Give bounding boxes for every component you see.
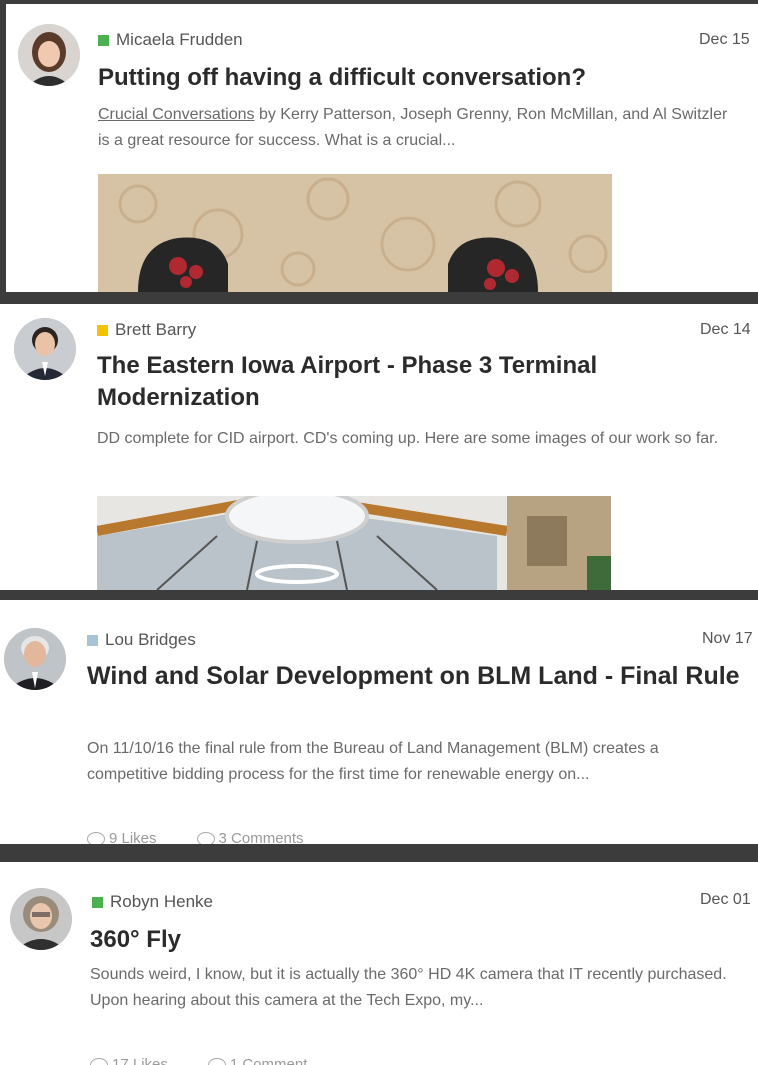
- like-count: 17 Likes: [112, 1056, 168, 1065]
- post-title[interactable]: 360° Fly: [90, 924, 710, 956]
- author-row: Brett Barry: [97, 320, 196, 340]
- author-row: Lou Bridges: [87, 630, 196, 650]
- post-title[interactable]: Putting off having a difficult conversat…: [98, 62, 738, 94]
- comment-count: 3 Comments: [218, 830, 304, 844]
- author-avatar[interactable]: [14, 318, 76, 380]
- post-title[interactable]: The Eastern Iowa Airport - Phase 3 Termi…: [97, 350, 707, 414]
- post-feed: Micaela Frudden Dec 15 Putting off havin…: [0, 0, 758, 1065]
- author-avatar[interactable]: [4, 628, 66, 690]
- author-name[interactable]: Micaela Frudden: [116, 30, 243, 50]
- post-image[interactable]: [98, 174, 612, 292]
- post-excerpt: Sounds weird, I know, but it is actually…: [90, 966, 727, 1009]
- comment-icon: [196, 832, 215, 844]
- post-date: Dec 14: [700, 321, 751, 338]
- comment-button[interactable]: 3 Comments: [196, 830, 304, 844]
- post-card[interactable]: Lou Bridges Nov 17 Wind and Solar Develo…: [0, 600, 758, 844]
- post-image[interactable]: [97, 496, 611, 590]
- status-dot: [97, 324, 108, 336]
- author-avatar[interactable]: [10, 888, 72, 950]
- post-card[interactable]: Micaela Frudden Dec 15 Putting off havin…: [6, 4, 758, 292]
- author-avatar[interactable]: [18, 24, 80, 86]
- comment-count: 1 Comment: [229, 1056, 308, 1065]
- author-name[interactable]: Lou Bridges: [105, 630, 196, 650]
- status-dot: [92, 896, 103, 908]
- like-button[interactable]: 17 Likes: [90, 1056, 168, 1065]
- heart-icon: [87, 832, 105, 844]
- post-date: Dec 01: [700, 891, 751, 908]
- author-row: Robyn Henke: [92, 892, 213, 912]
- author-name[interactable]: Robyn Henke: [110, 892, 213, 912]
- excerpt-link[interactable]: Crucial Conversations: [98, 106, 255, 123]
- like-button[interactable]: 9 Likes: [87, 830, 157, 844]
- post-card[interactable]: Robyn Henke Dec 01 360° Fly Sounds weird…: [0, 862, 758, 1065]
- status-dot: [98, 34, 109, 46]
- post-excerpt: DD complete for CID airport. CD's coming…: [97, 430, 719, 447]
- like-count: 9 Likes: [109, 830, 157, 844]
- post-date: Nov 17: [702, 630, 753, 647]
- author-name[interactable]: Brett Barry: [115, 320, 196, 340]
- post-excerpt: Crucial Conversations by Kerry Patterson…: [98, 102, 738, 154]
- status-dot: [87, 634, 98, 646]
- comment-button[interactable]: 1 Comment: [207, 1056, 308, 1065]
- post-card[interactable]: Brett Barry Dec 14 The Eastern Iowa Airp…: [0, 304, 758, 590]
- heart-icon: [90, 1058, 108, 1065]
- post-title[interactable]: Wind and Solar Development on BLM Land -…: [87, 660, 747, 692]
- author-row: Micaela Frudden: [98, 30, 243, 50]
- social-row: 17 Likes 1 Comment: [90, 1056, 307, 1065]
- comment-icon: [207, 1058, 226, 1065]
- post-date: Dec 15: [699, 31, 750, 48]
- post-excerpt: On 11/10/16 the final rule from the Bure…: [87, 740, 659, 783]
- social-row: 9 Likes 3 Comments: [87, 830, 304, 844]
